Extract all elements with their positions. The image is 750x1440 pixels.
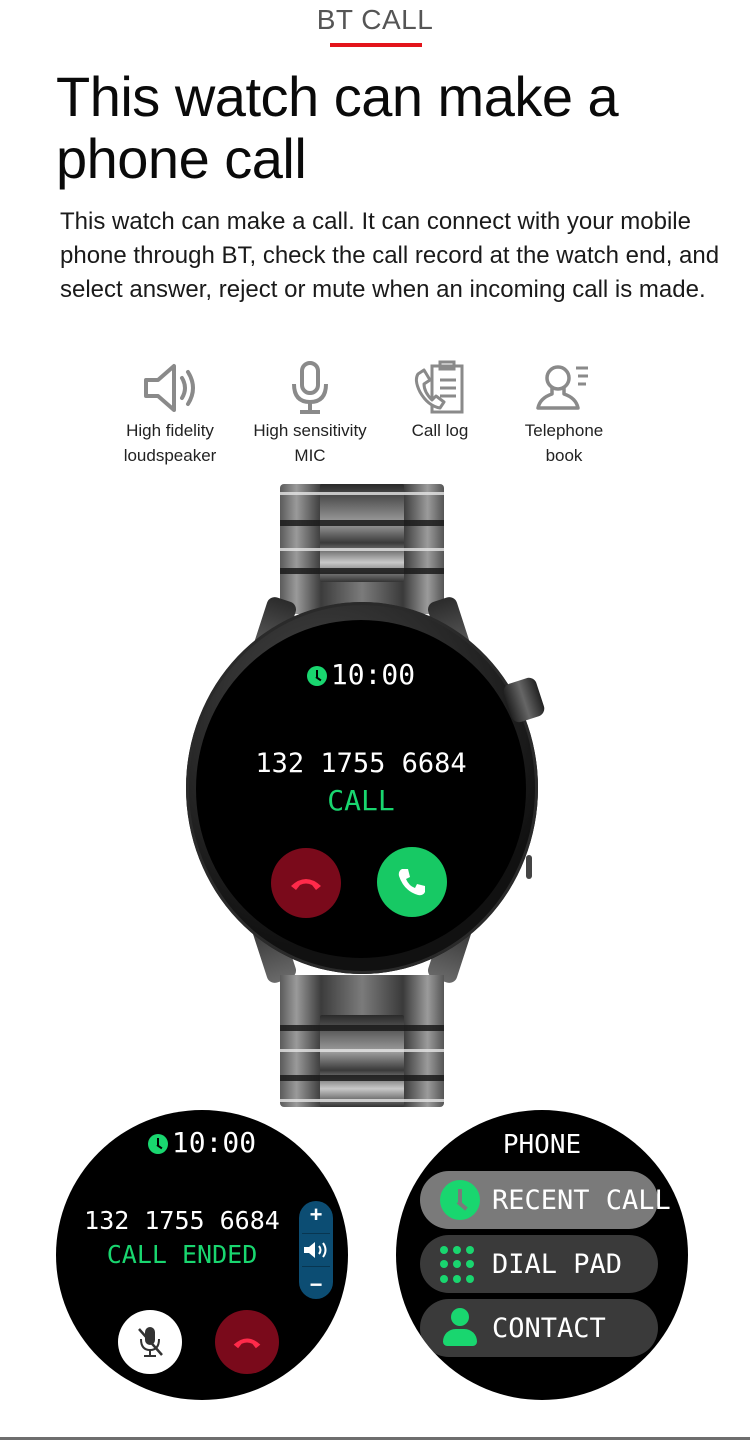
call-status: CALL: [327, 784, 395, 817]
feature-label: High sensitivity: [253, 421, 367, 440]
menu-item-dial-pad[interactable]: DIAL PAD: [420, 1235, 658, 1293]
phone-menu-title: PHONE: [502, 1130, 582, 1160]
watch-side-button[interactable]: [526, 855, 532, 879]
feature-label: Call log: [411, 421, 469, 440]
section-underline: [330, 43, 422, 47]
watch-strap-bottom: [280, 975, 444, 1107]
clock-icon: [306, 666, 327, 686]
volume-icon: [304, 1241, 327, 1258]
section-label: BT CALL: [316, 4, 434, 35]
feature-mic: High sensitivity MIC: [240, 360, 380, 468]
volume-down-button[interactable]: −: [310, 1273, 323, 1296]
feature-label: Telephone: [524, 421, 604, 440]
phone-menu-watch-screen: PHONE RECENT CALL DIAL PAD CONTACT: [396, 1110, 688, 1400]
mic-muted-icon: [138, 1327, 163, 1357]
menu-item-recent-call[interactable]: RECENT CALL: [420, 1171, 671, 1229]
menu-item-label: CONTACT: [492, 1312, 606, 1344]
feature-speaker: High fidelity loudspeaker: [100, 360, 240, 468]
feature-label: loudspeaker: [123, 446, 217, 465]
volume-up-button[interactable]: +: [310, 1204, 323, 1226]
hang-up-icon: [233, 1338, 261, 1349]
time-text: 10:00: [171, 1126, 257, 1159]
phone-number: 132 1755 6684: [84, 1206, 280, 1235]
call-log-icon: [414, 360, 464, 414]
time-text: 10:00: [330, 658, 416, 691]
feature-label: MIC: [294, 446, 326, 465]
call-status: CALL ENDED: [106, 1240, 258, 1269]
feature-label: book: [545, 446, 583, 465]
recent-call-icon: [440, 1180, 480, 1220]
volume-control: + −: [299, 1201, 333, 1299]
end-call-button[interactable]: [215, 1310, 279, 1374]
hang-up-icon: [291, 879, 321, 890]
feature-list: High fidelity loudspeaker High sensitivi…: [100, 360, 660, 475]
watch-time: 10:00: [196, 658, 526, 691]
contact-icon: [440, 1308, 480, 1348]
speaker-icon: [144, 364, 195, 412]
description: This watch can make a call. It can conne…: [60, 208, 720, 303]
feature-label: High fidelity: [126, 421, 214, 440]
dial-pad-icon: [440, 1244, 480, 1284]
telephone-book-icon: [536, 365, 588, 410]
microphone-icon: [292, 361, 328, 414]
menu-item-label: RECENT CALL: [492, 1184, 671, 1216]
feature-call-log: Call log: [370, 360, 510, 443]
clock-icon: [147, 1134, 168, 1154]
feature-telephone-book: Telephone book: [494, 360, 634, 468]
decline-call-button[interactable]: [271, 848, 341, 918]
accept-call-button[interactable]: [377, 847, 447, 917]
menu-item-contact[interactable]: CONTACT: [420, 1299, 658, 1357]
watch-strap-top: [280, 484, 444, 614]
menu-item-label: DIAL PAD: [492, 1248, 623, 1280]
mute-button[interactable]: [118, 1310, 182, 1374]
main-watch-screen: 10:00 132 1755 6684 CALL: [196, 620, 526, 958]
phone-icon: [398, 869, 425, 896]
call-ended-watch-screen: 10:00 132 1755 6684 CALL ENDED + −: [56, 1110, 348, 1400]
headline: This watch can make a phone call: [56, 65, 619, 190]
watch-time: 10:00: [56, 1126, 348, 1159]
phone-number: 132 1755 6684: [255, 748, 467, 779]
